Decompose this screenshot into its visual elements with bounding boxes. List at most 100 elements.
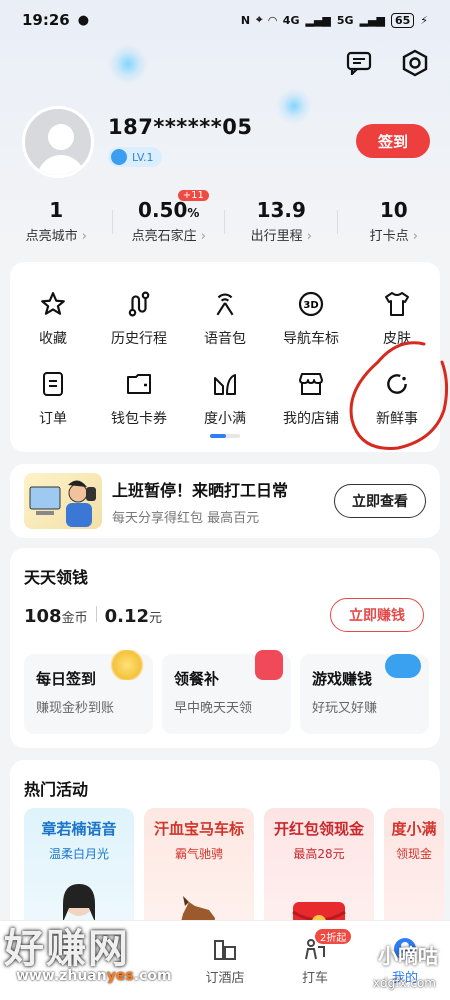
nav-tab-taxi[interactable]: 2折起 打车: [270, 921, 360, 1000]
map-decoration: [108, 44, 148, 84]
activity-title: 章若楠语音: [41, 820, 117, 838]
hotel-icon: [211, 935, 239, 963]
nfc-icon: N: [240, 13, 251, 27]
stat-unit: %: [187, 206, 200, 220]
watermark-right-url: xdgfx.com: [372, 976, 436, 990]
avatar[interactable]: [22, 106, 94, 178]
banner-title: 上班暂停！来晒打工日常: [112, 480, 289, 500]
activity-subtitle: 霸气驰骋: [174, 847, 223, 861]
promo-banner[interactable]: 上班暂停！来晒打工日常 每天分享得红包 最高百元 立即查看: [10, 464, 440, 538]
stat-value: 0.50: [138, 198, 188, 222]
duxiaoman-icon: [209, 368, 241, 400]
watermark-logo: 好赚网: [4, 926, 130, 972]
3d-icon: 3D: [295, 288, 327, 320]
stat-shijiazhuang[interactable]: +11 0.50% 点亮石家庄: [113, 190, 225, 254]
signal-4g-label: 4G: [282, 13, 300, 27]
taxi-promo-badge: 2折起: [315, 929, 352, 944]
status-bar: 19:26 ● N ⌖ ◠ 4G ▂▄▆ 5G ▂▄▆ 65 ⚡: [0, 0, 450, 40]
tile-daily-signin[interactable]: 每日签到 赚现金秒到账: [24, 650, 153, 734]
activity-title: 汗血宝马车标: [153, 820, 244, 838]
signal-icon: ▂▄▆: [305, 13, 331, 27]
cash-unit: 元: [149, 611, 163, 626]
grid-item-favorites[interactable]: 收藏: [10, 288, 96, 348]
grid-label: 导航车标: [283, 331, 339, 347]
hand-drawn-circle-annotation: [349, 341, 449, 450]
grid-label: 收藏: [39, 331, 67, 347]
grid-item-wallet[interactable]: 钱包卡券: [96, 368, 182, 428]
svg-text:3D: 3D: [303, 300, 318, 311]
route-icon: [123, 288, 155, 320]
stat-label: 打卡点: [370, 225, 418, 244]
watermark-right: 小嘀咕: [378, 944, 438, 968]
star-icon: [37, 288, 69, 320]
stat-label: 出行里程: [251, 225, 312, 244]
nav-tab-hotel[interactable]: 订酒店: [180, 921, 270, 1000]
stats-row: 1 点亮城市 +11 0.50% 点亮石家庄 13.9 出行里程 10 打卡点: [0, 190, 450, 254]
user-phone: 187******05: [108, 115, 253, 139]
stat-value: 10: [379, 198, 408, 222]
wifi-icon: ◠: [268, 13, 277, 27]
tshirt-icon: [381, 288, 413, 320]
grid-item-car-icon[interactable]: 3D 导航车标: [268, 288, 354, 348]
top-actions: [342, 46, 432, 80]
grid-row: 收藏 历史行程 语音包 3D 导航车标 皮肤: [10, 288, 440, 348]
hot-title: 热门活动: [24, 780, 89, 799]
activity-title: 度小满: [391, 820, 437, 838]
stat-label: 点亮石家庄: [132, 225, 206, 244]
page-indicator: [210, 434, 240, 438]
banner-view-button[interactable]: 立即查看: [334, 484, 426, 518]
tile-game-earn[interactable]: 游戏赚钱 好玩又好赚: [300, 654, 429, 734]
gamepad-icon: [385, 654, 421, 678]
signal-5g-label: 5G: [336, 13, 354, 27]
activity-subtitle: 领现金: [395, 847, 432, 861]
red-envelope-icon: [255, 650, 283, 680]
grid-label: 语音包: [204, 331, 246, 347]
activity-title: 开红包领现金: [273, 820, 364, 838]
earn-now-button[interactable]: 立即赚钱: [330, 598, 424, 632]
wechat-icon: ●: [77, 12, 90, 28]
grid-label: 历史行程: [111, 331, 167, 347]
grid-item-history[interactable]: 历史行程: [96, 288, 182, 348]
battery-level: 65: [390, 12, 415, 28]
grid-item-orders[interactable]: 订单: [10, 368, 96, 428]
stat-badge: +11: [177, 190, 209, 201]
grid-item-voice[interactable]: 语音包: [182, 288, 268, 348]
level-label: LV.1: [132, 150, 154, 164]
message-icon[interactable]: [342, 46, 376, 80]
grid-item-skin[interactable]: 皮肤: [354, 288, 440, 348]
activity-subtitle: 最高28元: [293, 847, 345, 861]
banner-illustration: [24, 473, 102, 529]
watermark-url: www.zhuanyes.com: [16, 968, 172, 984]
grid-item-duxiaoman[interactable]: 度小满: [182, 368, 268, 428]
activity-subtitle: 温柔白月光: [48, 847, 109, 861]
signin-button[interactable]: 签到: [356, 124, 430, 158]
banner-subtitle: 每天分享得红包 最高百元: [112, 510, 260, 526]
nav-label: 订酒店: [205, 971, 245, 986]
stat-label: 点亮城市: [26, 225, 87, 244]
grid-label: 钱包卡券: [111, 411, 167, 427]
charging-icon: ⚡: [420, 13, 428, 27]
stat-value: 13.9: [256, 198, 306, 222]
stat-cities[interactable]: 1 点亮城市: [0, 198, 113, 254]
tile-subtitle: 好玩又好赚: [312, 701, 378, 716]
location-icon: ⌖: [256, 13, 263, 26]
cash-value: 0.12: [104, 606, 150, 627]
grid-label: 度小满: [204, 411, 246, 427]
grid-label: 我的店铺: [283, 411, 339, 427]
coin-icon: [109, 650, 145, 680]
signal-icon: ▂▄▆: [359, 13, 385, 27]
shop-icon: [295, 368, 327, 400]
tile-meal-subsidy[interactable]: 领餐补 早中晚天天领: [162, 650, 291, 734]
tile-subtitle: 赚现金秒到账: [36, 701, 115, 716]
stat-value: 1: [49, 198, 64, 222]
coins-value: 108: [24, 606, 62, 627]
stat-mileage[interactable]: 13.9 出行里程: [225, 198, 338, 254]
settings-icon[interactable]: [398, 46, 432, 80]
stat-checkins[interactable]: 10 打卡点: [338, 198, 450, 254]
earn-title: 天天领钱: [24, 568, 89, 587]
status-right: N ⌖ ◠ 4G ▂▄▆ 5G ▂▄▆ 65 ⚡: [240, 12, 428, 28]
order-icon: [37, 368, 69, 400]
earn-tiles: 每日签到 赚现金秒到账 领餐补 早中晚天天领 游戏赚钱 好玩又好赚: [24, 650, 429, 734]
level-badge[interactable]: LV.1: [108, 147, 162, 167]
wallet-icon: [123, 368, 155, 400]
